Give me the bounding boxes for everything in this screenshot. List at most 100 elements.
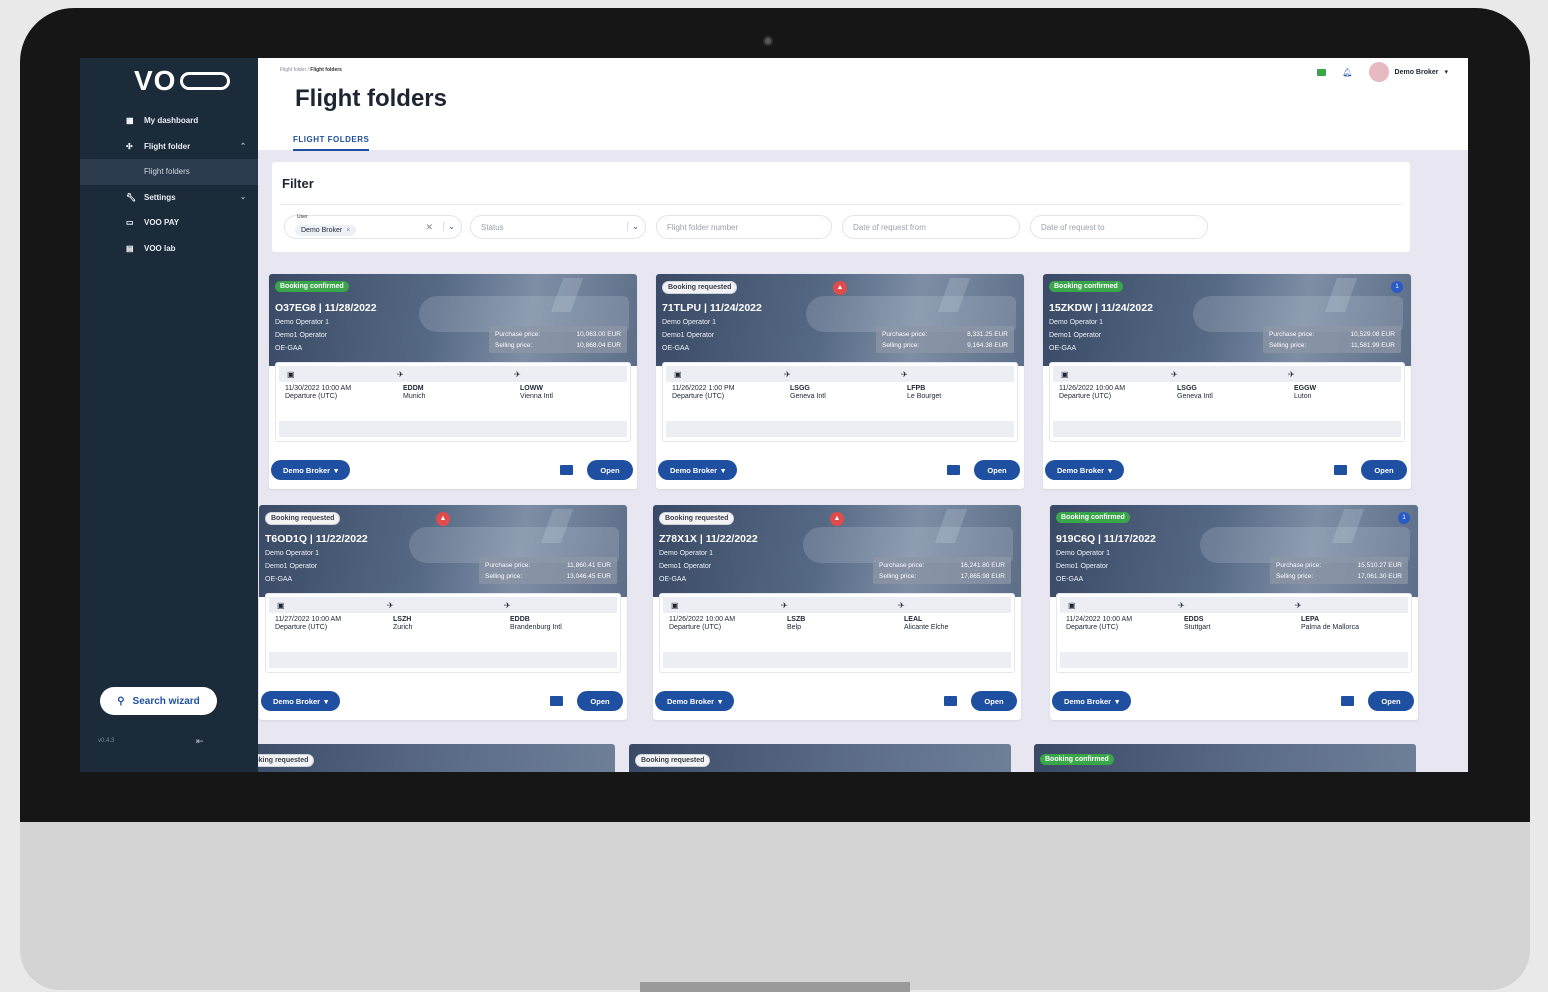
mail-icon[interactable]	[550, 696, 563, 706]
open-button[interactable]: Open	[1368, 691, 1414, 711]
monitor-chin	[20, 822, 1530, 990]
leg-details: 11/27/2022 10:00 AM Departure (UTC) LSZH Z…	[275, 616, 611, 632]
flight-folder-card[interactable]: Booking requested ▲ T6OD1Q | 11/22/2022 …	[259, 505, 627, 720]
sidebar: VO ▦ My dashboard ✣ Flight folder ⌃ Flig…	[80, 58, 258, 772]
open-button[interactable]: Open	[1361, 460, 1407, 480]
broker-dropdown-button[interactable]: Demo Broker ▾	[658, 460, 738, 480]
open-button[interactable]: Open	[974, 460, 1020, 480]
operator-name-secondary: Demo1 Operator	[1056, 563, 1109, 570]
status-badge: Booking confirmed	[1049, 281, 1123, 292]
sidebar-item-flight-folders[interactable]: Flight folders	[80, 159, 258, 185]
broker-label: Demo Broker	[670, 465, 718, 475]
broker-dropdown-button[interactable]: Demo Broker ▾	[1052, 691, 1132, 711]
mail-icon[interactable]	[1334, 465, 1347, 475]
alert-icon[interactable]: ▲	[833, 281, 847, 295]
price-box: Purchase price: 11,860.41 EUR Selling pri…	[479, 557, 617, 584]
user-menu[interactable]: Demo Broker ▾	[1368, 62, 1448, 82]
takeoff-icon: ✈︎	[387, 600, 394, 610]
purchase-price: 10,529.08 EUR	[1350, 331, 1395, 338]
monitor-icon[interactable]	[1317, 68, 1327, 76]
flight-folder-card[interactable]: Booking confirmed O37EG8 | 11/28/2022 De…	[269, 274, 637, 489]
card-hero-image: Booking confirmed 1 15ZKDW | 11/24/2022 …	[1043, 274, 1411, 366]
calendar-icon: ▣	[671, 600, 679, 610]
broker-dropdown-button[interactable]: Demo Broker ▾	[261, 691, 341, 711]
tab-flight-folders[interactable]: FLIGHT FOLDERS	[293, 135, 370, 151]
chevron-down-icon[interactable]: ⌄	[627, 222, 639, 231]
collapse-sidebar-icon[interactable]: ⇤	[196, 736, 204, 747]
bell-icon[interactable]: 🔔︎	[1342, 68, 1352, 77]
date-from-input[interactable]: Date of request from	[842, 215, 1020, 239]
card-actions: Demo Broker ▾ Open	[653, 680, 1021, 720]
mail-icon[interactable]	[944, 696, 957, 706]
landing-icon: ✈︎	[1295, 600, 1302, 610]
sidebar-item-label: Settings	[144, 192, 176, 202]
filter-title: Filter	[282, 176, 314, 191]
alert-icon[interactable]: ▲	[830, 512, 844, 526]
leg-details: 11/26/2022 10:00 AM Departure (UTC) LSZB B…	[669, 616, 1005, 632]
mail-icon[interactable]	[947, 465, 960, 475]
open-button[interactable]: Open	[577, 691, 623, 711]
search-icon: ⚲	[117, 695, 125, 707]
card-actions: Demo Broker ▾ Open	[656, 449, 1024, 489]
user-select[interactable]: User Demo Broker × ✕ ⌄	[284, 214, 462, 239]
sidebar-item-voo-pay[interactable]: ▭ VOO PAY	[80, 210, 258, 236]
calendar-icon: ▣	[287, 369, 295, 379]
app-logo[interactable]: VO	[134, 65, 246, 96]
origin-name: Geneva Intl	[1177, 393, 1213, 400]
landing-icon: ✈︎	[1288, 369, 1295, 379]
leg-header: ▣ ✈︎ ✈︎	[1053, 366, 1401, 382]
chevron-down-icon[interactable]: ⌄	[443, 222, 455, 231]
origin-code: LSGG	[790, 385, 810, 392]
landing-icon: ✈︎	[898, 600, 905, 610]
broker-dropdown-button[interactable]: Demo Broker ▾	[1045, 460, 1125, 480]
mail-icon[interactable]	[1341, 696, 1354, 706]
purchase-price: 15,510.27 EUR	[1357, 562, 1402, 569]
alert-icon[interactable]: ▲	[436, 512, 450, 526]
sidebar-item-dashboard[interactable]: ▦ My dashboard	[80, 108, 258, 134]
selling-price-label: Selling price:	[879, 573, 917, 580]
purchase-price: 10,063.00 EUR	[576, 331, 621, 338]
notification-count-badge[interactable]: 1	[1391, 281, 1403, 293]
mail-icon[interactable]	[560, 465, 573, 475]
origin-code: LSGG	[1177, 385, 1197, 392]
date-to-placeholder: Date of request to	[1041, 222, 1105, 232]
flight-folder-card[interactable]: Booking confirmed	[1034, 744, 1416, 772]
open-button[interactable]: Open	[587, 460, 633, 480]
status-badge: Booking confirmed	[1056, 512, 1130, 523]
destination-code: LEPA	[1301, 616, 1320, 623]
flight-folder-number-input[interactable]: Flight folder number	[656, 215, 832, 239]
card-icon: ▭	[126, 218, 134, 228]
aircraft-registration: OE-GAA	[265, 576, 293, 583]
status-select[interactable]: Status ⌄	[470, 215, 646, 239]
sidebar-item-settings[interactable]: 🔧︎ Settings ⌄	[80, 185, 258, 211]
destination-name: Vienna Intl	[520, 393, 553, 400]
operator-name-secondary: Demo1 Operator	[265, 563, 318, 570]
sidebar-nav: ▦ My dashboard ✣ Flight folder ⌃ Flight …	[80, 108, 258, 261]
flight-folder-card[interactable]: Booking confirmed 1 919C6Q | 11/17/2022 …	[1050, 505, 1418, 720]
purchase-price-label: Purchase price:	[879, 562, 925, 569]
operator-name: Demo Operator 1	[275, 319, 330, 326]
breadcrumb-parent[interactable]: Flight folder	[280, 67, 306, 73]
user-chip-label: Demo Broker	[301, 226, 343, 234]
flight-leg: ▣ ✈︎ ✈︎ 11/26/2022 1:00 PM Departure (UTC…	[662, 362, 1018, 442]
leg-footer	[663, 652, 1011, 668]
sidebar-item-voo-lab[interactable]: ▤ VOO lab	[80, 236, 258, 262]
clear-icon[interactable]: ✕	[425, 222, 433, 233]
date-to-input[interactable]: Date of request to	[1030, 215, 1208, 239]
flight-folder-card[interactable]: Booking confirmed 1 15ZKDW | 11/24/2022 …	[1043, 274, 1411, 489]
search-wizard-button[interactable]: ⚲ Search wizard	[100, 687, 217, 715]
flight-folder-card[interactable]: Booking requested	[258, 744, 615, 772]
open-button[interactable]: Open	[971, 691, 1017, 711]
flight-folder-card[interactable]: Booking requested	[629, 744, 1011, 772]
chip-remove-icon[interactable]: ×	[346, 227, 350, 234]
broker-dropdown-button[interactable]: Demo Broker ▾	[655, 691, 735, 711]
broker-dropdown-button[interactable]: Demo Broker ▾	[271, 460, 351, 480]
flight-folder-card[interactable]: Booking requested ▲ Z78X1X | 11/22/2022 …	[653, 505, 1021, 720]
status-placeholder: Status	[481, 222, 504, 232]
notification-count-badge[interactable]: 1	[1398, 512, 1410, 524]
flight-folder-card[interactable]: Booking requested ▲ 71TLPU | 11/24/2022 …	[656, 274, 1024, 489]
sidebar-item-flight-folder[interactable]: ✣ Flight folder ⌃	[80, 134, 258, 160]
user-name: Demo Broker	[1394, 68, 1439, 76]
sidebar-item-label: Flight folder	[144, 141, 191, 151]
caret-down-icon: ▾	[1108, 465, 1113, 475]
